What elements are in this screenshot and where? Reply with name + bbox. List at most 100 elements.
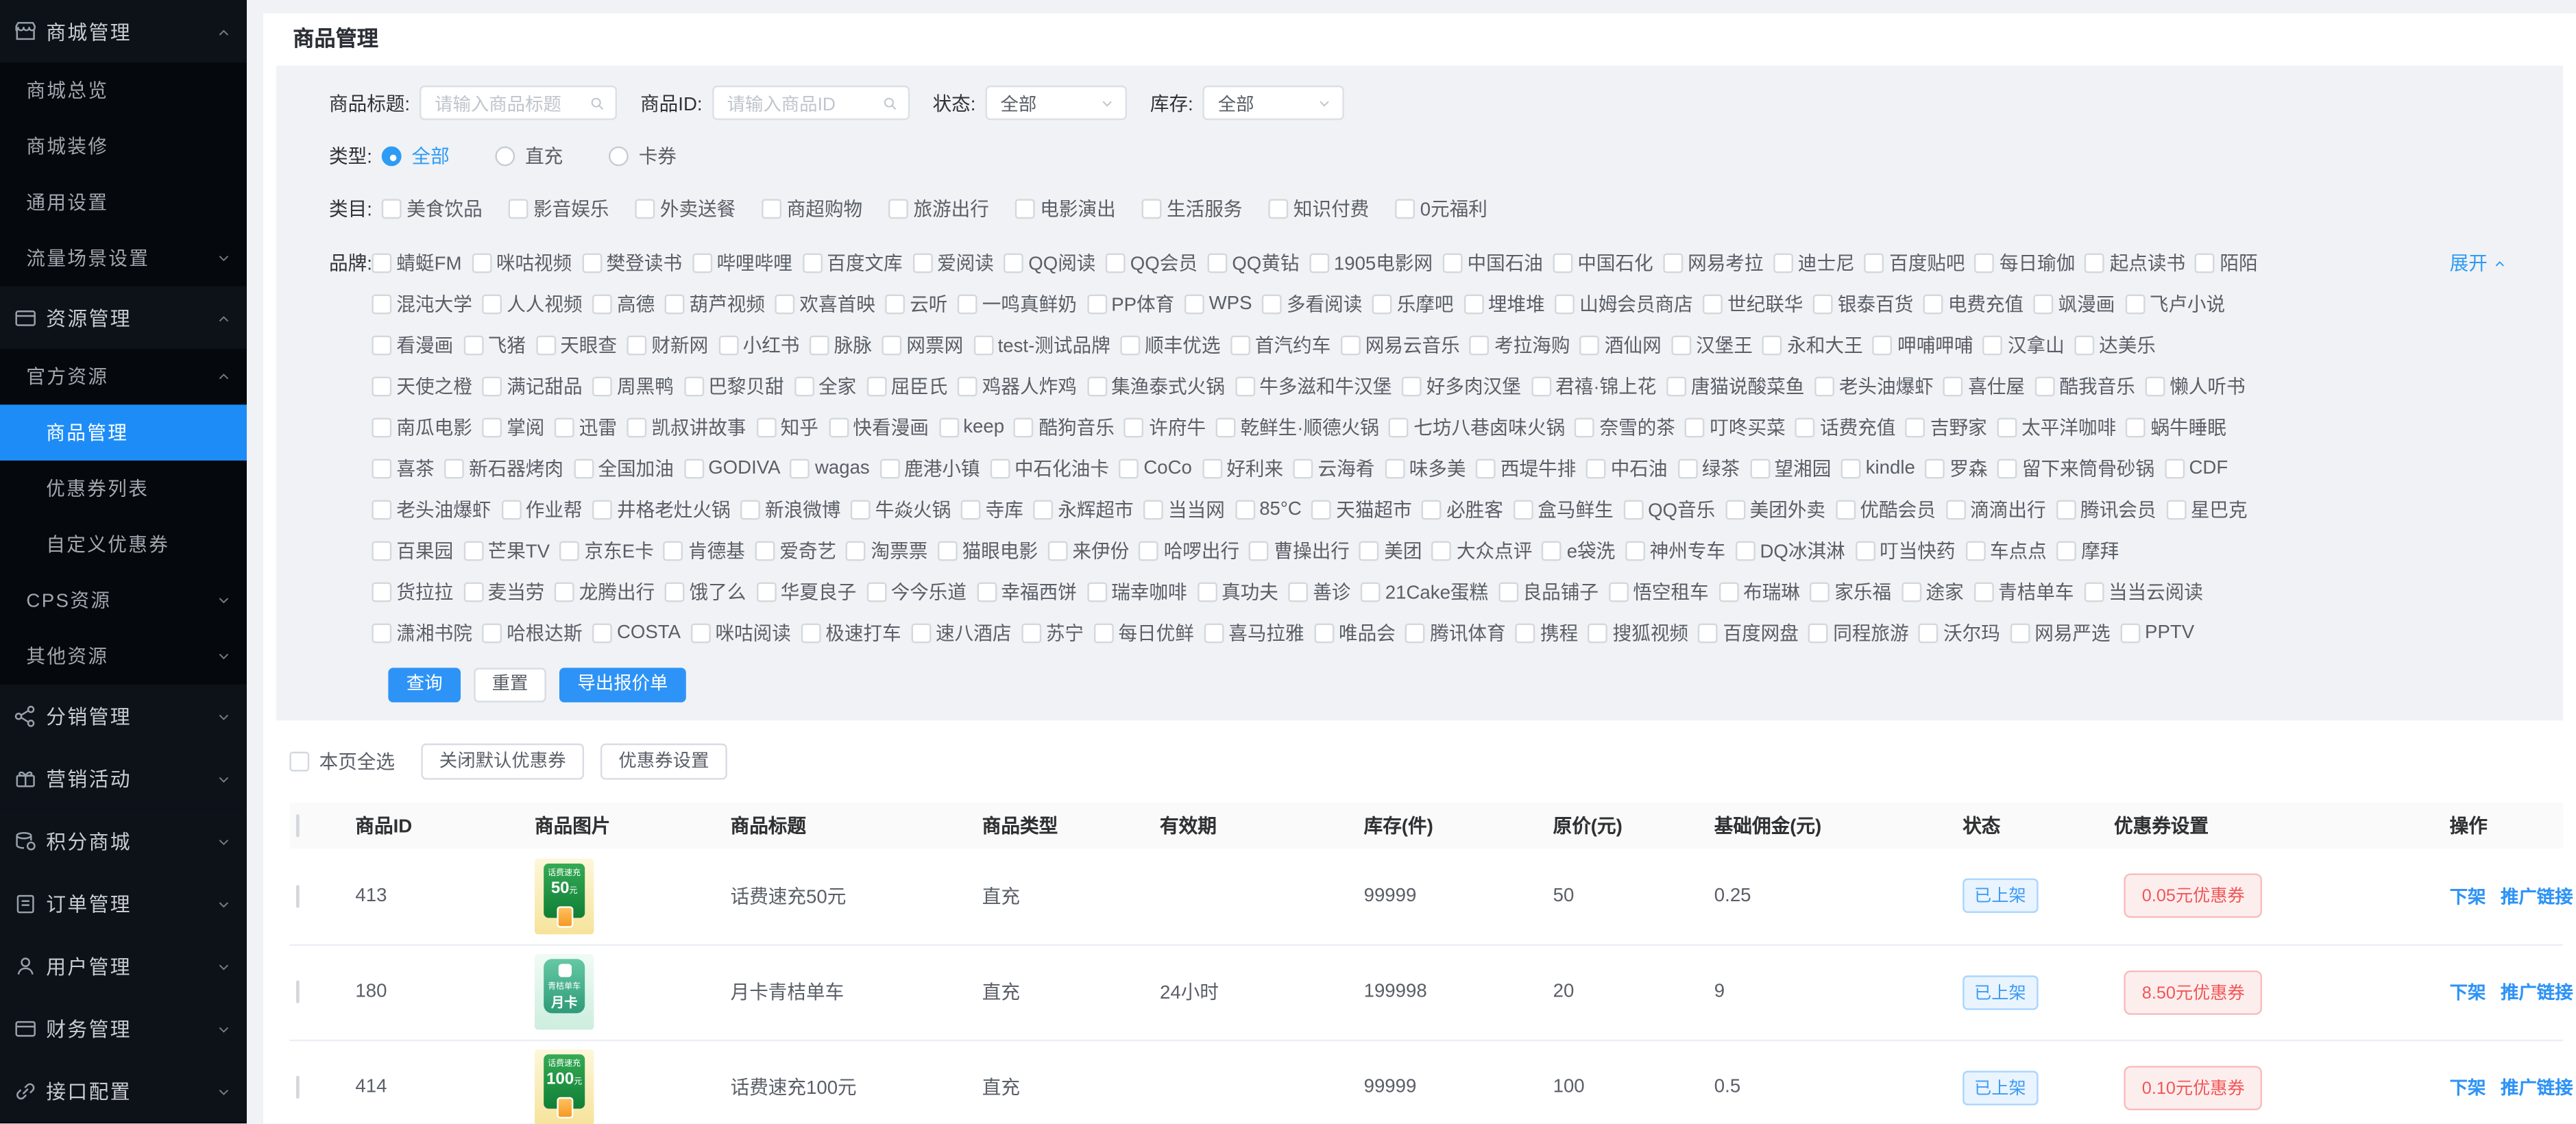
- brand-checkbox-item[interactable]: 京东E卡: [559, 537, 653, 563]
- brand-checkbox-item[interactable]: 凯叔讲故事: [627, 414, 746, 440]
- brand-checkbox-item[interactable]: 大众点评: [1432, 537, 1532, 563]
- type-radio-卡券[interactable]: 卡券: [609, 143, 676, 169]
- brand-checkbox-item[interactable]: 盒马鲜生: [1513, 496, 1613, 522]
- category-checkbox-item[interactable]: 0元福利: [1396, 196, 1487, 222]
- brand-checkbox-item[interactable]: 1905电影网: [1309, 249, 1433, 276]
- take-down-link[interactable]: 下架: [2450, 984, 2486, 1003]
- brand-checkbox-item[interactable]: 悟空租车: [1608, 578, 1708, 604]
- sidebar-item-distribution-management[interactable]: 分销管理: [0, 684, 247, 746]
- brand-checkbox-item[interactable]: 良品铺子: [1498, 578, 1599, 604]
- brand-checkbox-item[interactable]: 喜马拉雅: [1204, 620, 1304, 646]
- brand-checkbox-item[interactable]: 首汽约车: [1230, 332, 1330, 358]
- brand-checkbox-item[interactable]: 樊登读书: [582, 249, 682, 276]
- brand-checkbox-item[interactable]: 善诊: [1288, 578, 1350, 604]
- row-checkbox[interactable]: [296, 885, 300, 908]
- brand-checkbox-item[interactable]: 网易严选: [2010, 620, 2110, 646]
- brand-checkbox-item[interactable]: 人人视频: [482, 291, 582, 317]
- brand-checkbox-item[interactable]: 叮当快药: [1855, 537, 1955, 563]
- sidebar-item-general-settings[interactable]: 通用设置: [0, 174, 247, 230]
- brand-checkbox-item[interactable]: 天猫超市: [1311, 496, 1411, 522]
- brand-checkbox-item[interactable]: 蜗牛睡眠: [2126, 414, 2226, 440]
- promo-link[interactable]: 推广链接: [2501, 984, 2573, 1003]
- sidebar-item-marketing-activities[interactable]: 营销活动: [0, 747, 247, 809]
- brand-checkbox-item[interactable]: 新浪微博: [740, 496, 840, 522]
- brand-checkbox-item[interactable]: 望湘园: [1750, 455, 1832, 481]
- brand-checkbox-item[interactable]: PP体育: [1086, 291, 1174, 317]
- brand-checkbox-item[interactable]: 携程: [1516, 620, 1578, 646]
- brand-checkbox-item[interactable]: 老头油爆虾: [372, 496, 491, 522]
- brand-checkbox-item[interactable]: 电费充值: [1923, 291, 2024, 317]
- brand-checkbox-item[interactable]: 起点读书: [2085, 249, 2185, 276]
- promo-link[interactable]: 推广链接: [2501, 888, 2573, 907]
- brand-checkbox-item[interactable]: 天眼查: [535, 332, 617, 358]
- brand-checkbox-item[interactable]: GODIVA: [683, 458, 780, 478]
- brand-checkbox-item[interactable]: 咪咕视频: [472, 249, 572, 276]
- brand-checkbox-item[interactable]: 迪士尼: [1773, 249, 1855, 276]
- brand-checkbox-item[interactable]: 麦当劳: [463, 578, 545, 604]
- brand-checkbox-item[interactable]: 来伊份: [1048, 537, 1130, 563]
- brand-checkbox-item[interactable]: 美团外卖: [1725, 496, 1825, 522]
- category-checkbox-item[interactable]: 旅游出行: [888, 196, 988, 222]
- brand-checkbox-item[interactable]: 星巴克: [2166, 496, 2248, 522]
- status-select[interactable]: 全部: [986, 86, 1127, 120]
- sidebar-item-finance-management[interactable]: 财务管理: [0, 997, 247, 1059]
- brand-checkbox-item[interactable]: 汉拿山: [1983, 332, 2065, 358]
- brand-checkbox-item[interactable]: 脉脉: [810, 332, 872, 358]
- category-checkbox-item[interactable]: 生活服务: [1142, 196, 1242, 222]
- brand-checkbox-item[interactable]: 呷哺呷哺: [1873, 332, 1973, 358]
- sidebar-item-other-resources[interactable]: 其他资源: [0, 628, 247, 685]
- brand-checkbox-item[interactable]: 鹿港小镇: [879, 455, 980, 481]
- brand-checkbox-item[interactable]: 潇湘书院: [372, 620, 472, 646]
- brand-checkbox-item[interactable]: CDF: [2164, 458, 2228, 478]
- brand-checkbox-item[interactable]: 车点点: [1965, 537, 2047, 563]
- brand-checkbox-item[interactable]: 滴滴出行: [1945, 496, 2045, 522]
- brand-checkbox-item[interactable]: 吉野家: [1906, 414, 1987, 440]
- export-quotation-button[interactable]: 导出报价单: [559, 668, 686, 702]
- product-title-input[interactable]: 请输入商品标题: [420, 86, 617, 120]
- brand-checkbox-item[interactable]: 当当网: [1143, 496, 1225, 522]
- brand-checkbox-item[interactable]: 网票网: [882, 332, 963, 358]
- brand-checkbox-item[interactable]: QQ阅读: [1004, 249, 1095, 276]
- brand-checkbox-item[interactable]: 布瑞琳: [1718, 578, 1800, 604]
- brand-checkbox-item[interactable]: 青桔单车: [1973, 578, 2074, 604]
- brand-checkbox-item[interactable]: 云听: [885, 291, 947, 317]
- brand-checkbox-item[interactable]: 达美乐: [2074, 332, 2156, 358]
- sidebar-item-mall-decoration[interactable]: 商城装修: [0, 119, 247, 175]
- brand-checkbox-item[interactable]: 好多肉汉堡: [1402, 373, 1521, 399]
- category-checkbox-item[interactable]: 美食饮品: [382, 196, 482, 222]
- brand-checkbox-item[interactable]: 西堤牛排: [1476, 455, 1576, 481]
- brand-checkbox-item[interactable]: 财新网: [627, 332, 708, 358]
- sidebar-item-mall-overview[interactable]: 商城总览: [0, 62, 247, 119]
- brand-checkbox-item[interactable]: kindle: [1841, 458, 1915, 478]
- brand-checkbox-item[interactable]: 小红书: [718, 332, 800, 358]
- brand-checkbox-item[interactable]: 迅雷: [555, 414, 617, 440]
- brand-checkbox-item[interactable]: 腾讯会员: [2056, 496, 2156, 522]
- coupon-settings-button[interactable]: 优惠券设置: [600, 744, 727, 780]
- category-checkbox-item[interactable]: 电影演出: [1015, 196, 1115, 222]
- brand-checkbox-item[interactable]: 搜狐视频: [1588, 620, 1688, 646]
- brand-checkbox-item[interactable]: 周黑鸭: [592, 373, 674, 399]
- brand-checkbox-item[interactable]: 快看漫画: [828, 414, 928, 440]
- take-down-link[interactable]: 下架: [2450, 1079, 2486, 1099]
- brand-checkbox-item[interactable]: 留下来筒骨砂锅: [1997, 455, 2154, 481]
- brand-checkbox-item[interactable]: 肯德基: [664, 537, 745, 563]
- brand-checkbox-item[interactable]: 腾讯体育: [1405, 620, 1505, 646]
- brand-checkbox-item[interactable]: 埋堆堆: [1463, 291, 1545, 317]
- brand-checkbox-item[interactable]: 酷狗音乐: [1014, 414, 1114, 440]
- close-default-coupon-button[interactable]: 关闭默认优惠券: [421, 744, 584, 780]
- brand-checkbox-item[interactable]: 看漫画: [372, 332, 453, 358]
- brand-checkbox-item[interactable]: e袋洗: [1542, 537, 1616, 563]
- brand-checkbox-item[interactable]: 每日瑜伽: [1975, 249, 2075, 276]
- row-checkbox[interactable]: [296, 1076, 300, 1099]
- brand-checkbox-item[interactable]: 许府牛: [1124, 414, 1206, 440]
- brand-checkbox-item[interactable]: 喜茶: [372, 455, 434, 481]
- brand-checkbox-item[interactable]: 芒果TV: [463, 537, 550, 563]
- brand-checkbox-item[interactable]: 牛焱火锅: [851, 496, 951, 522]
- sidebar-item-mall-management[interactable]: 商城管理: [0, 0, 247, 62]
- brand-checkbox-item[interactable]: QQ音乐: [1623, 496, 1715, 522]
- brand-checkbox-item[interactable]: 沃尔玛: [1919, 620, 2000, 646]
- sidebar-item-user-management[interactable]: 用户管理: [0, 934, 247, 997]
- brand-checkbox-item[interactable]: 巴黎贝甜: [683, 373, 783, 399]
- brand-checkbox-item[interactable]: QQ黄钻: [1207, 249, 1299, 276]
- brand-checkbox-item[interactable]: DQ冰淇淋: [1735, 537, 1845, 563]
